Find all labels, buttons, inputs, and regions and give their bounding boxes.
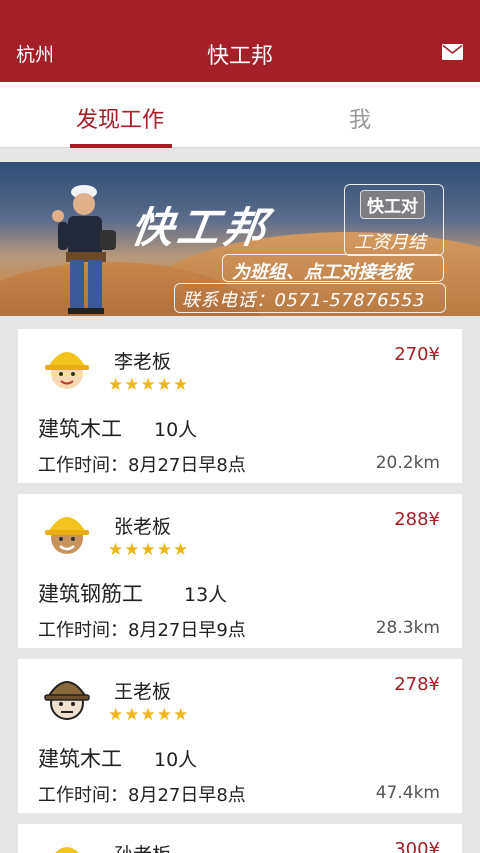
- boss-name: 张老板: [114, 516, 172, 538]
- tab-me[interactable]: 我: [300, 82, 420, 148]
- worker-count: 10人: [154, 749, 198, 771]
- job-type: 建筑钢筋工: [38, 582, 143, 606]
- boss-name: 李老板: [114, 351, 172, 373]
- boss-name: 孙老板: [114, 840, 171, 853]
- tab-discover-work[interactable]: 发现工作: [60, 82, 180, 148]
- job-card[interactable]: 孙老板 300¥: [18, 824, 462, 853]
- rating-stars: ★★★★★: [108, 540, 190, 560]
- daily-wage: 270¥: [394, 344, 440, 365]
- banner-line-phone: 联系电话：0571-57876553: [182, 290, 425, 311]
- mail-icon[interactable]: [442, 44, 463, 60]
- app-header: 杭州 快工邦: [0, 0, 480, 82]
- boss-avatar-icon: [45, 352, 89, 389]
- daily-wage: 288¥: [394, 509, 440, 530]
- banner-tag: 快工对: [360, 190, 425, 219]
- distance: 47.4km: [375, 783, 440, 803]
- job-card[interactable]: 李老板 ★★★★★ 270¥ 建筑木工 10人 工作时间：8月27日早8点 20…: [18, 329, 462, 483]
- worker-count: 10人: [154, 419, 198, 441]
- rating-stars: ★★★★★: [108, 375, 190, 395]
- distance: 28.3km: [375, 618, 440, 638]
- distance: 20.2km: [375, 453, 440, 473]
- job-card[interactable]: 王老板 ★★★★★ 278¥ 建筑木工 10人 工作时间：8月27日早8点 47…: [18, 659, 462, 813]
- active-tab-indicator: [70, 144, 172, 148]
- daily-wage: 300¥: [394, 839, 440, 853]
- boss-name: 王老板: [114, 681, 172, 703]
- boss-avatar-icon: [55, 847, 79, 853]
- job-type: 建筑木工: [38, 417, 122, 441]
- banner-line-salary: 工资月结: [354, 232, 426, 253]
- rating-stars: ★★★★★: [108, 705, 190, 725]
- app-title: 快工邦: [206, 44, 273, 69]
- work-time: 工作时间：8月27日早9点: [38, 620, 246, 641]
- daily-wage: 278¥: [394, 674, 440, 695]
- banner-logo: 快工邦: [128, 203, 274, 252]
- boss-avatar-icon: [45, 517, 89, 554]
- tab-bar: 发现工作 我: [0, 82, 480, 148]
- boss-avatar-icon: [44, 681, 90, 720]
- promo-banner[interactable]: 快工邦 快工对 工资月结 为班组、点工对接老板 联系电话：0571-578765…: [0, 162, 480, 316]
- job-card[interactable]: 张老板 ★★★★★ 288¥ 建筑钢筋工 13人 工作时间：8月27日早9点 2…: [18, 494, 462, 648]
- worker-count: 13人: [184, 584, 228, 606]
- worker-illustration: [52, 185, 116, 314]
- work-time: 工作时间：8月27日早8点: [38, 785, 246, 806]
- banner-line-service: 为班组、点工对接老板: [232, 262, 412, 283]
- work-time: 工作时间：8月27日早8点: [38, 455, 246, 476]
- job-type: 建筑木工: [38, 747, 122, 771]
